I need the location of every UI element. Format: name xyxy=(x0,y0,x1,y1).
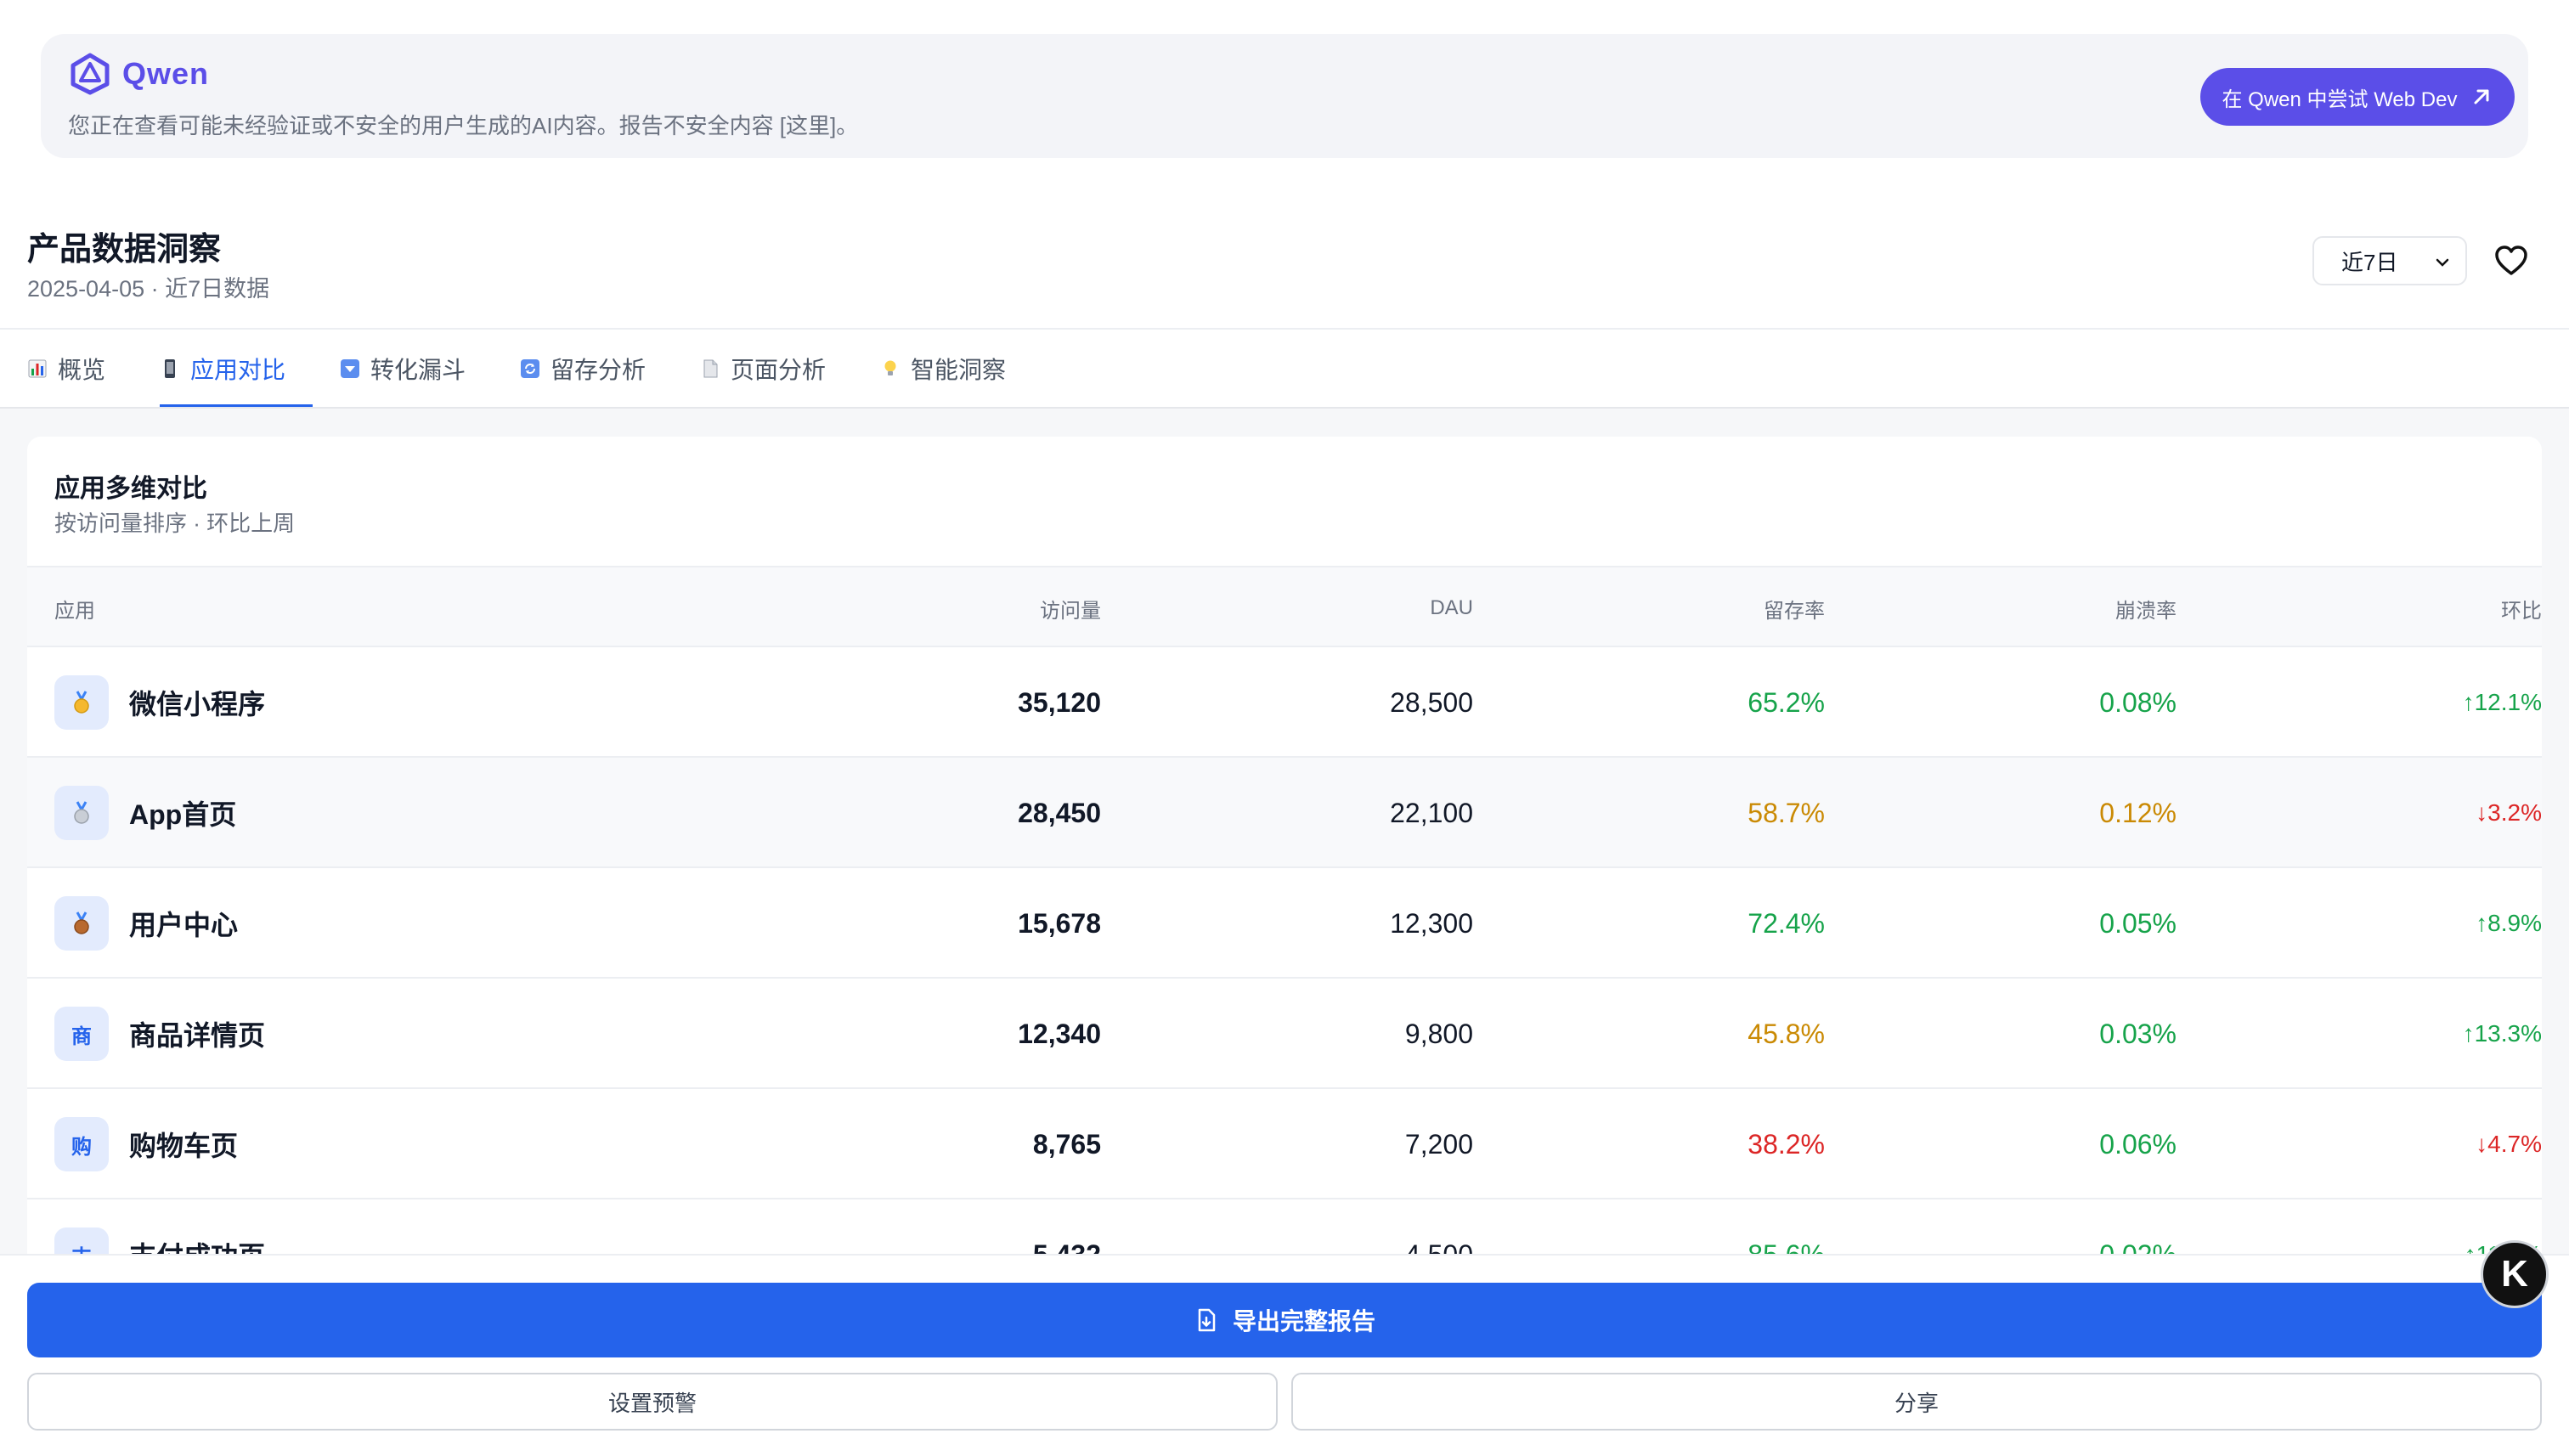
change-value: ↑12.1% xyxy=(2462,689,2542,715)
tab-smart-insights[interactable]: 智能洞察 xyxy=(880,330,1006,408)
visits-value: 15,678 xyxy=(1018,907,1101,939)
set-alert-button[interactable]: 设置预警 xyxy=(27,1373,1278,1431)
tab-page-analysis[interactable]: 页面分析 xyxy=(700,330,826,408)
crash-value: 0.08% xyxy=(2099,686,2177,718)
dau-value: 9,800 xyxy=(1404,1018,1473,1049)
app-badge: 购 xyxy=(54,1117,109,1171)
table-header: 应用 访问量 DAU 留存率 崩溃率 环比 xyxy=(27,566,2542,647)
table-row[interactable]: 购 购物车页 8,765 7,200 38.2% 0.06% ↓4.7% xyxy=(27,1087,2542,1198)
document-icon xyxy=(703,359,718,378)
visits-value: 35,120 xyxy=(1018,686,1101,718)
header-dau[interactable]: DAU xyxy=(1132,567,1473,649)
crash-value: 0.05% xyxy=(2099,907,2177,939)
visits-value: 12,340 xyxy=(1018,1018,1101,1049)
dau-value: 28,500 xyxy=(1390,686,1473,718)
tab-label: 留存分析 xyxy=(550,357,646,383)
crash-value: 0.12% xyxy=(2099,797,2177,828)
arrow-up-right-icon xyxy=(2474,89,2489,104)
export-report-button[interactable]: 导出完整报告 xyxy=(27,1283,2542,1357)
app-compare-card: 应用多维对比 按访问量排序 · 环比上周 应用 访问量 DAU 留存率 崩溃率 … xyxy=(27,437,2542,1286)
silver-medal-icon xyxy=(74,801,89,824)
header-retention[interactable]: 留存率 xyxy=(1514,567,1825,649)
change-value: ↑8.9% xyxy=(2476,910,2542,936)
app-badge xyxy=(54,786,109,840)
gold-medal-icon xyxy=(74,691,89,714)
tab-label: 智能洞察 xyxy=(911,357,1007,383)
file-download-icon xyxy=(1198,1308,1216,1332)
bar-chart-icon xyxy=(28,359,47,378)
app-badge: 商 xyxy=(54,1007,109,1061)
app-name: App首页 xyxy=(129,799,237,830)
bronze-medal-icon xyxy=(74,911,89,934)
floating-k-badge[interactable]: K xyxy=(2481,1240,2549,1308)
qwen-logo: Qwen xyxy=(68,53,209,95)
heart-icon[interactable] xyxy=(2494,245,2528,277)
tab-bar: 概览 应用对比 转化漏斗 留存分析 页面分析 智能洞察 xyxy=(0,330,2569,408)
date-range-select[interactable]: 近7日 xyxy=(2312,236,2467,285)
dau-value: 7,200 xyxy=(1404,1128,1473,1160)
qwen-logo-icon xyxy=(71,53,110,95)
change-value: ↓3.2% xyxy=(2476,799,2542,826)
app-name: 用户中心 xyxy=(129,910,239,940)
change-value: ↓4.7% xyxy=(2476,1131,2542,1157)
retention-value: 38.2% xyxy=(1747,1128,1825,1160)
tab-app-compare[interactable]: 应用对比 xyxy=(160,330,313,408)
down-arrow-box-icon xyxy=(341,359,359,378)
try-in-qwen-button[interactable]: 在 Qwen 中尝试 Web Dev xyxy=(2200,68,2515,126)
crash-value: 0.06% xyxy=(2099,1128,2177,1160)
lightbulb-icon xyxy=(884,360,896,375)
tab-retention[interactable]: 留存分析 xyxy=(520,330,646,408)
tab-funnel[interactable]: 转化漏斗 xyxy=(340,330,466,408)
refresh-icon xyxy=(521,359,539,378)
visits-value: 28,450 xyxy=(1018,797,1101,828)
tab-label: 转化漏斗 xyxy=(370,357,466,383)
mobile-phone-icon xyxy=(165,359,175,378)
card-subtitle: 按访问量排序 · 环比上周 xyxy=(54,511,296,536)
app-name: 商品详情页 xyxy=(129,1020,266,1051)
header-visits[interactable]: 访问量 xyxy=(792,567,1101,649)
date-range-value: 近7日 xyxy=(2341,249,2398,275)
app-badge xyxy=(54,675,109,730)
header-change[interactable]: 环比 xyxy=(2202,567,2542,649)
card-title: 应用多维对比 xyxy=(54,475,207,503)
export-report-label: 导出完整报告 xyxy=(1232,1308,1375,1335)
table-row[interactable]: 商 商品详情页 12,340 9,800 45.8% 0.03% ↑13.3% xyxy=(27,977,2542,1087)
visits-value: 8,765 xyxy=(1032,1128,1101,1160)
share-button[interactable]: 分享 xyxy=(1291,1373,2542,1431)
tab-overview[interactable]: 概览 xyxy=(27,330,105,408)
app-name: 购物车页 xyxy=(129,1131,239,1161)
chevron-down-icon xyxy=(2436,258,2449,267)
tab-label: 页面分析 xyxy=(731,357,827,383)
table-row[interactable]: 微信小程序 35,120 28,500 65.2% 0.08% ↑12.1% xyxy=(27,646,2542,756)
app-badge xyxy=(54,896,109,951)
brand-name: Qwen xyxy=(122,56,210,91)
table-row[interactable]: App首页 28,450 22,100 58.7% 0.12% ↓3.2% xyxy=(27,756,2542,866)
tab-label: 概览 xyxy=(58,357,106,383)
retention-value: 45.8% xyxy=(1747,1018,1825,1049)
change-value: ↑13.3% xyxy=(2462,1020,2542,1047)
header-app[interactable]: 应用 xyxy=(54,567,95,649)
retention-value: 58.7% xyxy=(1747,797,1825,828)
dau-value: 22,100 xyxy=(1390,797,1473,828)
page-subtitle: 2025-04-05 · 近7日数据 xyxy=(27,276,270,302)
tab-label: 应用对比 xyxy=(190,357,286,383)
page-title: 产品数据洞察 xyxy=(27,232,222,268)
app-name: 微信小程序 xyxy=(129,689,266,720)
retention-value: 65.2% xyxy=(1747,686,1825,718)
banner-message[interactable]: 您正在查看可能未经验证或不安全的用户生成的AI内容。报告不安全内容 [这里]。 xyxy=(68,109,858,140)
header-crash[interactable]: 崩溃率 xyxy=(1854,567,2177,649)
dau-value: 12,300 xyxy=(1390,907,1473,939)
retention-value: 72.4% xyxy=(1747,907,1825,939)
crash-value: 0.03% xyxy=(2099,1018,2177,1049)
try-in-qwen-label: 在 Qwen 中尝试 Web Dev xyxy=(2222,87,2458,111)
table-row[interactable]: 用户中心 15,678 12,300 72.4% 0.05% ↑8.9% xyxy=(27,866,2542,977)
